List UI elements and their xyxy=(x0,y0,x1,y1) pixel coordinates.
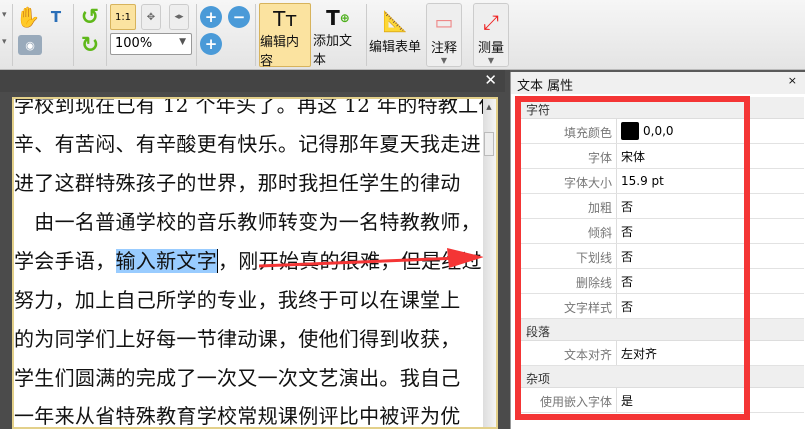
measure-label: 测量 xyxy=(477,41,504,56)
scroll-up-icon[interactable]: ▲ xyxy=(484,102,494,112)
rotate-cw-icon[interactable]: ↻ xyxy=(78,33,102,58)
actual-size-button[interactable]: 1:1 xyxy=(110,4,136,30)
text-before-selection: 学会手语， xyxy=(14,249,116,273)
close-icon[interactable]: ✕ xyxy=(484,71,497,89)
text-line[interactable]: 学生们圆满的完成了一次又一次文艺演出。我自己 xyxy=(14,368,461,388)
dropdown-arrow-icon[interactable]: ▾ xyxy=(2,37,7,47)
panel-title: 文本 属性 × xyxy=(511,72,805,94)
marquee-zoom-icon[interactable]: + xyxy=(200,6,222,28)
vertical-scrollbar[interactable]: ▲ xyxy=(483,99,496,427)
hand-tool-icon[interactable]: ✋ xyxy=(16,5,41,29)
text-line[interactable]: 的为同学们上好每一节律动课，使他们得到收获， xyxy=(14,329,461,349)
scroll-thumb[interactable] xyxy=(484,132,494,156)
add-text-button[interactable]: T ⊕ 添加文本 xyxy=(313,3,363,68)
zoom-in-icon[interactable]: + xyxy=(200,33,222,55)
measure-icon: ⤢ xyxy=(483,10,499,34)
text-line[interactable]: 辛、有苦闷、有辛酸更有快乐。记得那年夏天我走进 xyxy=(14,134,481,154)
measure-button[interactable]: ⤢ 测量 ▼ xyxy=(473,3,509,67)
text-line[interactable]: 学校到现在已有 12 个年头了。再这 12 年的特教工作 xyxy=(14,99,496,115)
edit-content-icon: Tт xyxy=(273,7,297,31)
edit-content-button[interactable]: Tт 编辑内容 xyxy=(259,3,311,69)
select-text-icon[interactable]: T xyxy=(44,5,68,29)
edit-form-button[interactable]: 📐 编辑表单 xyxy=(369,3,421,67)
close-icon[interactable]: × xyxy=(788,74,797,87)
edit-form-icon: 📐 xyxy=(382,9,408,33)
text-line[interactable]: 由一名普通学校的音乐教师转变为一名特教教师， xyxy=(14,212,481,232)
annotate-button[interactable]: ▭ 注释 ▼ xyxy=(426,3,462,67)
rotate-ccw-icon[interactable]: ↺ xyxy=(78,5,102,30)
document-pane-header: ✕ xyxy=(0,70,505,92)
chevron-down-icon: ▼ xyxy=(440,56,448,65)
actual-size-label: 1:1 xyxy=(114,11,132,23)
chevron-down-icon: ▼ xyxy=(487,56,495,65)
fit-page-icon[interactable]: ✥ xyxy=(141,4,161,30)
chevron-down-icon: ▼ xyxy=(179,37,186,47)
red-highlight-box xyxy=(515,96,750,420)
document-page[interactable]: 学校到现在已有 12 个年头了。再这 12 年的特教工作 辛、有苦闷、有辛酸更有… xyxy=(12,97,498,429)
toolbar: ▾ ▾ ✋ T ◉ ↺ ↻ 1:1 ✥ ◂▸ 100% ▼ + − + Tт 编辑内… xyxy=(0,0,805,70)
snapshot-camera-icon[interactable]: ◉ xyxy=(18,35,42,55)
edit-content-label: 编辑内容 xyxy=(260,35,300,69)
zoom-out-icon[interactable]: − xyxy=(228,6,250,28)
annotate-label: 注释 xyxy=(430,41,457,56)
panel-title-text: 文本 属性 xyxy=(517,79,574,94)
dropdown-arrow-icon[interactable]: ▾ xyxy=(2,10,7,20)
selected-text[interactable]: 输入新文字 xyxy=(115,249,218,273)
fit-width-icon[interactable]: ◂▸ xyxy=(169,4,189,30)
zoom-select[interactable]: 100% ▼ xyxy=(110,33,192,55)
annotate-icon: ▭ xyxy=(434,10,454,34)
add-text-icon: T ⊕ xyxy=(326,6,350,30)
add-text-label: 添加文本 xyxy=(313,34,353,68)
text-line[interactable]: 进了这群特殊孩子的世界，那时我担任学生的律动 xyxy=(14,173,461,193)
red-arrow-annotation xyxy=(259,248,484,268)
text-line[interactable]: 一年来从省特殊教育学校常规课例评比中被评为优 xyxy=(14,406,461,426)
edit-form-label: 编辑表单 xyxy=(369,40,422,55)
text-line[interactable]: 努力，加上自己所学的专业，我终于可以在课堂上 xyxy=(14,290,461,310)
zoom-value: 100% xyxy=(115,36,153,51)
document-pane: ✕ 学校到现在已有 12 个年头了。再这 12 年的特教工作 辛、有苦闷、有辛酸… xyxy=(0,70,510,429)
